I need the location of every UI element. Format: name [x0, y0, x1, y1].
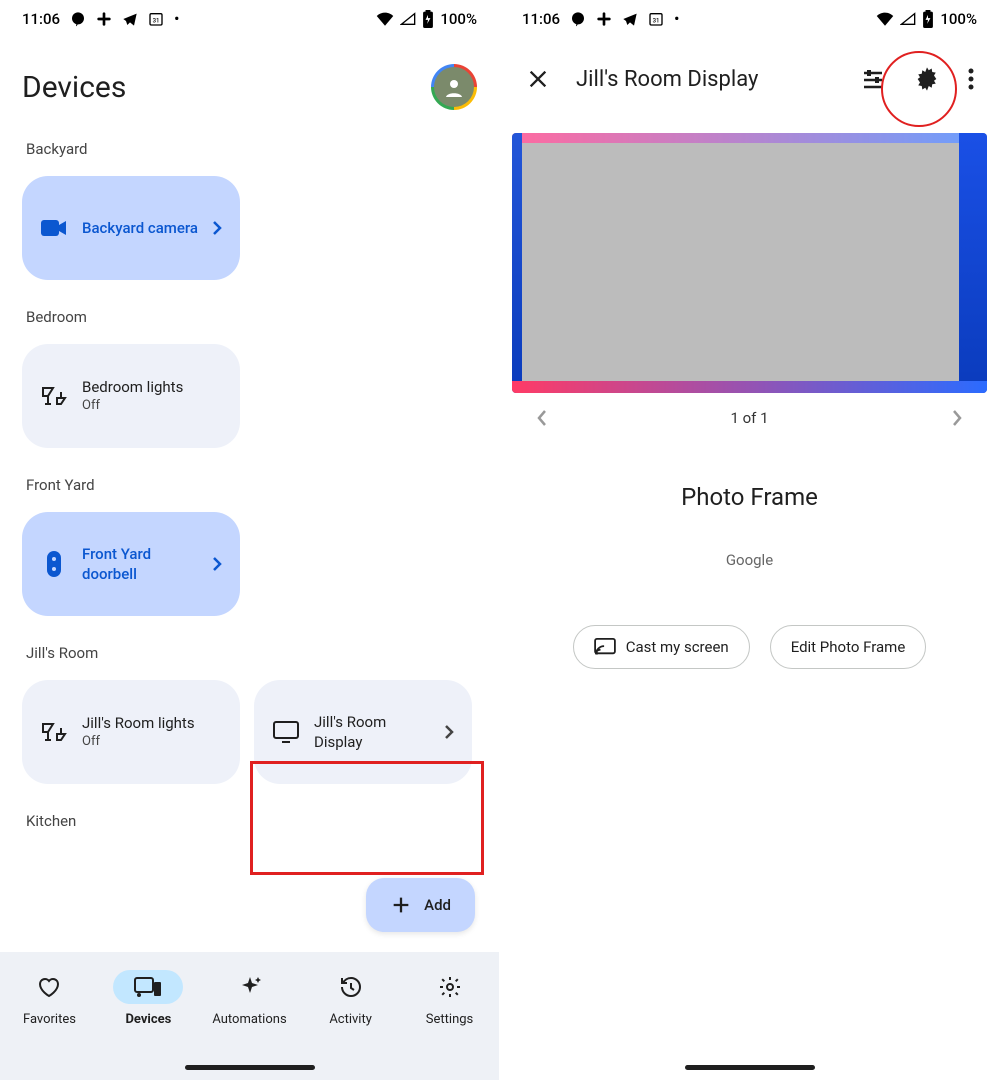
- room-label-frontyard: Front Yard: [26, 476, 473, 494]
- status-dot-icon: •: [174, 10, 179, 28]
- bottom-nav: Favorites Devices Automations Activity S…: [0, 952, 499, 1080]
- add-fab-button[interactable]: Add: [366, 878, 475, 932]
- phone-screen-devices: 11:06 31 • 100% Devices Backyard Backyar…: [0, 0, 499, 1080]
- nav-automations[interactable]: Automations: [212, 970, 286, 1027]
- nav-activity[interactable]: Activity: [316, 970, 386, 1027]
- telegram-icon: [122, 11, 138, 27]
- battery-icon: [422, 10, 434, 28]
- doorbell-icon: [40, 550, 68, 578]
- wifi-icon: [376, 12, 394, 26]
- nav-settings[interactable]: Settings: [415, 970, 485, 1027]
- cast-icon: [594, 638, 616, 656]
- device-tile-jills-lights[interactable]: Jill's Room lights Off: [22, 680, 240, 784]
- room-label-bedroom: Bedroom: [26, 308, 473, 326]
- page-title: Devices: [22, 70, 126, 105]
- cast-screen-button[interactable]: Cast my screen: [573, 625, 750, 669]
- equalizer-button[interactable]: [853, 59, 893, 99]
- chevron-right-icon: [444, 724, 454, 740]
- pager: 1 of 1: [500, 393, 999, 427]
- messenger-icon: [570, 11, 586, 27]
- profile-avatar[interactable]: [431, 64, 477, 110]
- sparkle-icon: [238, 975, 262, 999]
- battery-icon: [922, 10, 934, 28]
- device-tile-jills-display[interactable]: Jill's Room Display: [254, 680, 472, 784]
- svg-text:31: 31: [653, 17, 660, 24]
- battery-percent: 100%: [940, 10, 977, 28]
- phone-screen-photoframe: 11:06 31 • 100% Jill's Room Display: [500, 0, 999, 1080]
- tile-label: Bedroom lights Off: [82, 377, 222, 415]
- telegram-icon: [622, 11, 638, 27]
- status-bar: 11:06 31 • 100%: [0, 0, 499, 34]
- gear-icon: [913, 65, 941, 93]
- calendar-icon: 31: [648, 11, 664, 27]
- pager-count: 1 of 1: [548, 409, 951, 427]
- action-row: Cast my screen Edit Photo Frame: [500, 625, 999, 669]
- chevron-left-icon: [536, 409, 548, 427]
- chevron-right-icon: [212, 556, 222, 572]
- status-dot-icon: •: [674, 10, 679, 28]
- rooms-list: Backyard Backyard camera Bedroom Bedroom…: [0, 120, 499, 950]
- room-label-backyard: Backyard: [26, 140, 473, 158]
- lights-icon: [40, 384, 68, 408]
- pager-next-button[interactable]: [951, 409, 963, 427]
- media-preview[interactable]: [512, 133, 987, 393]
- tile-label: Backyard camera: [82, 218, 198, 238]
- overflow-menu-button[interactable]: [961, 59, 981, 99]
- more-vert-icon: [968, 68, 974, 90]
- fab-label: Add: [424, 896, 451, 914]
- detail-header: Jill's Room Display: [500, 34, 999, 115]
- nav-favorites[interactable]: Favorites: [14, 970, 84, 1027]
- gesture-handle[interactable]: [685, 1065, 815, 1070]
- devices-header: Devices: [0, 34, 499, 130]
- room-label-kitchen: Kitchen: [26, 812, 473, 830]
- device-tile-bedroom-lights[interactable]: Bedroom lights Off: [22, 344, 240, 448]
- close-icon: [527, 68, 549, 90]
- device-tile-frontyard-doorbell[interactable]: Front Yard doorbell: [22, 512, 240, 616]
- tile-label: Jill's Room lights Off: [82, 713, 222, 751]
- heart-icon: [37, 976, 61, 998]
- signal-icon: [900, 12, 916, 26]
- signal-icon: [400, 12, 416, 26]
- plus-icon: [390, 894, 412, 916]
- wifi-icon: [876, 12, 894, 26]
- chevron-right-icon: [212, 220, 222, 236]
- lights-icon: [40, 720, 68, 744]
- device-tile-backyard-camera[interactable]: Backyard camera: [22, 176, 240, 280]
- status-time: 11:06: [522, 10, 560, 28]
- status-time: 11:06: [22, 10, 60, 28]
- svg-text:31: 31: [153, 17, 160, 24]
- edit-photo-frame-button[interactable]: Edit Photo Frame: [770, 625, 927, 669]
- photo-frame-subtitle: Google: [500, 551, 999, 569]
- gesture-handle[interactable]: [185, 1065, 315, 1070]
- detail-title: Jill's Room Display: [576, 67, 835, 92]
- tile-label: Jill's Room Display: [314, 712, 430, 753]
- battery-percent: 100%: [440, 10, 477, 28]
- close-button[interactable]: [518, 59, 558, 99]
- calendar-icon: 31: [148, 11, 164, 27]
- slack-icon: [96, 11, 112, 27]
- tile-label: Front Yard doorbell: [82, 544, 198, 585]
- gear-icon: [438, 975, 462, 999]
- camera-icon: [40, 218, 68, 238]
- history-icon: [339, 975, 363, 999]
- sliders-icon: [861, 68, 885, 90]
- photo-frame-title: Photo Frame: [500, 483, 999, 511]
- nav-devices[interactable]: Devices: [113, 970, 183, 1027]
- pager-prev-button[interactable]: [536, 409, 548, 427]
- messenger-icon: [70, 11, 86, 27]
- display-icon: [272, 721, 300, 743]
- devices-icon: [134, 977, 162, 997]
- chevron-right-icon: [951, 409, 963, 427]
- status-bar: 11:06 31 • 100%: [500, 0, 999, 34]
- room-label-jills-room: Jill's Room: [26, 644, 473, 662]
- settings-gear-button[interactable]: [907, 59, 947, 99]
- slack-icon: [596, 11, 612, 27]
